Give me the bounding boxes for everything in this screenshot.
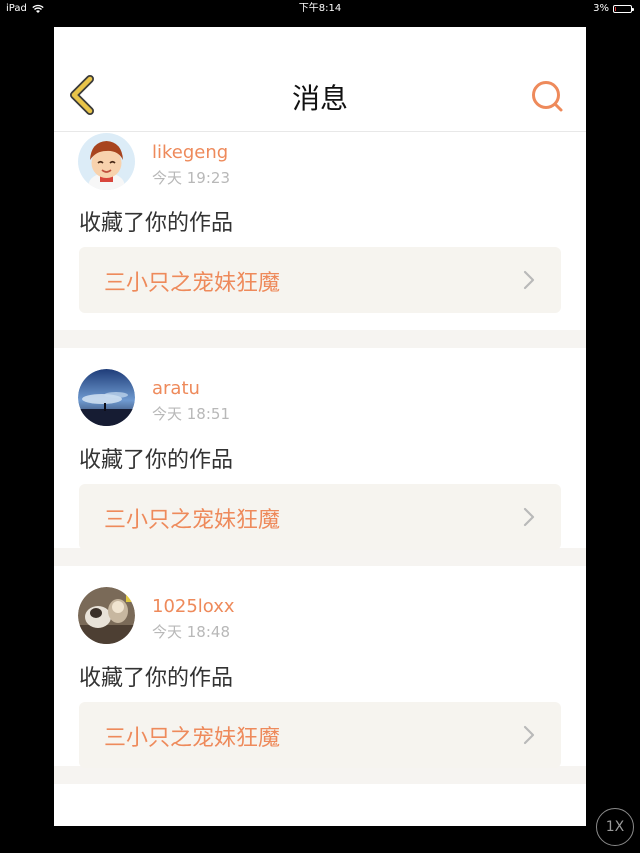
action-text: 收藏了你的作品 (79, 666, 234, 691)
chevron-right-icon (523, 507, 535, 527)
work-link[interactable]: 三小只之宠妹狂魔 (79, 484, 561, 550)
status-time: 下午8:14 (298, 3, 342, 14)
action-text: 收藏了你的作品 (79, 448, 234, 473)
app-screen: 消息 likegeng 今天 19:23 收藏了你的作品 三小只之宠妹狂魔 ar… (54, 27, 586, 826)
work-link[interactable]: 三小只之宠妹狂魔 (79, 247, 561, 313)
page-title: 消息 (291, 82, 348, 115)
work-title: 三小只之宠妹狂魔 (104, 271, 281, 296)
username[interactable]: aratu (152, 378, 200, 399)
chevron-right-icon (523, 725, 535, 745)
avatar[interactable] (78, 587, 135, 644)
action-text: 收藏了你的作品 (79, 211, 234, 236)
battery-icon (613, 5, 634, 13)
work-title: 三小只之宠妹狂魔 (104, 726, 281, 751)
message-list: likegeng 今天 19:23 收藏了你的作品 三小只之宠妹狂魔 aratu… (54, 132, 586, 784)
work-title: 三小只之宠妹狂魔 (104, 508, 281, 533)
message-item: likegeng 今天 19:23 收藏了你的作品 三小只之宠妹狂魔 (54, 132, 586, 330)
avatar[interactable] (78, 133, 135, 190)
message-item: aratu 今天 18:51 收藏了你的作品 三小只之宠妹狂魔 (54, 348, 586, 550)
avatar[interactable] (78, 369, 135, 426)
battery-percent: 3% (593, 3, 609, 14)
work-link[interactable]: 三小只之宠妹狂魔 (79, 702, 561, 768)
divider (54, 330, 586, 348)
chevron-right-icon (523, 270, 535, 290)
username[interactable]: 1025loxx (152, 596, 235, 617)
divider (54, 766, 586, 784)
message-time: 今天 18:48 (152, 623, 230, 641)
nav-bar: 消息 (54, 27, 586, 132)
search-icon[interactable] (530, 79, 564, 113)
message-time: 今天 18:51 (152, 405, 230, 423)
status-bar: iPad 下午8:14 3% (0, 0, 640, 18)
username[interactable]: likegeng (152, 142, 228, 163)
divider (54, 548, 586, 566)
zoom-button[interactable]: 1X (596, 808, 634, 846)
message-item: 1025loxx 今天 18:48 收藏了你的作品 三小只之宠妹狂魔 (54, 566, 586, 768)
message-time: 今天 19:23 (152, 169, 230, 187)
